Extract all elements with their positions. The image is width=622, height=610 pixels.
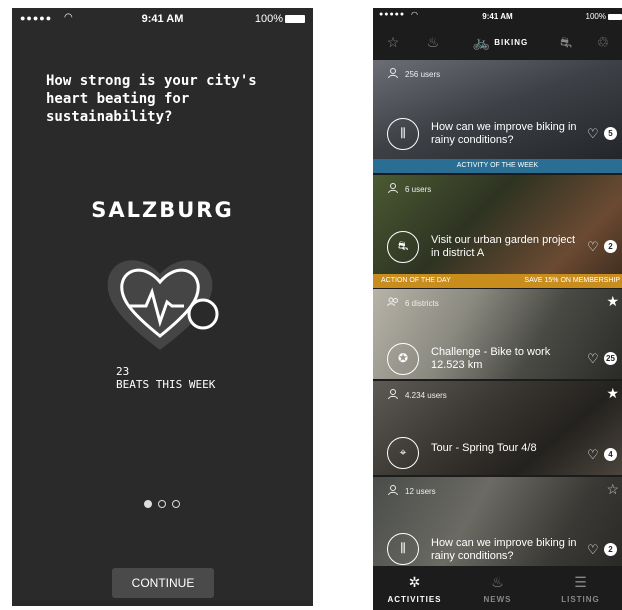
battery-status: 100% — [255, 13, 305, 25]
heart-pulse-icon — [107, 260, 219, 350]
battery-percent: 100% — [585, 12, 606, 21]
status-bar: ●●●●● ◠ 9:41 AM 100% — [373, 8, 622, 24]
card-title: Challenge - Bike to work 12.523 km — [431, 346, 551, 371]
user-icon — [388, 389, 398, 400]
tab-activities[interactable]: ✲ ACTIVITIES — [373, 566, 456, 610]
participant-count: 12 users — [405, 487, 436, 496]
strip-label: ACTIVITY OF THE WEEK — [456, 162, 539, 169]
heart-count: 25 — [604, 352, 617, 365]
tab-news[interactable]: ♨ NEWS — [456, 566, 539, 610]
page-dot[interactable] — [158, 500, 166, 508]
tab-listing[interactable]: ☰ LISTING — [539, 566, 622, 610]
activity-card[interactable]: 6 users ⛐ Visit our urban garden project… — [373, 175, 622, 288]
card-title: How can we improve biking in rainy condi… — [431, 121, 577, 146]
star-filled-icon[interactable]: ★ — [606, 293, 619, 310]
city-name: SALZBURG — [91, 198, 234, 222]
heart-icon: ♡ — [587, 126, 599, 141]
star-outline-icon[interactable]: ☆ — [606, 481, 619, 498]
heart-icon: ♡ — [587, 542, 599, 557]
handshake-icon: ♲ — [596, 34, 610, 50]
status-bar: ●●●●● ◠ 9:41 AM 100% — [12, 8, 313, 30]
page-indicator[interactable] — [142, 500, 192, 510]
activity-card[interactable]: 4.234 users ★ ⌖ Tour - Spring Tour 4/8 ♡… — [373, 381, 622, 475]
activities-icon: ✲ — [408, 574, 421, 590]
battery-status: 100% — [586, 12, 622, 21]
activity-card[interactable]: 12 users ☆ ⫼ How can we improve biking i… — [373, 477, 622, 566]
sliders-icon: ⫼ — [387, 533, 419, 565]
beats-label: BEATS THIS WEEK — [116, 378, 216, 391]
map-pin-icon: ⌖ — [387, 437, 419, 469]
activity-of-week-strip: ACTIVITY OF THE WEEK — [373, 159, 622, 173]
bottom-tab-bar: ✲ ACTIVITIES ♨ NEWS ☰ LISTING — [373, 566, 622, 610]
heart-count: 2 — [604, 543, 617, 556]
user-icon — [388, 68, 398, 79]
tab-label: NEWS — [483, 595, 512, 604]
tab-label: LISTING — [561, 595, 600, 604]
flame-icon: ♨ — [426, 34, 440, 50]
category-car[interactable]: ⛐ — [548, 24, 584, 60]
participant-count: 256 users — [405, 70, 441, 79]
heart-icon: ♡ — [587, 447, 599, 462]
heart-count: 5 — [604, 127, 617, 140]
heart-count-badge[interactable]: ♡ 4 — [587, 447, 617, 463]
category-label: BIKING — [494, 38, 529, 48]
participant-count: 4.234 users — [405, 391, 447, 400]
heart-count-badge[interactable]: ♡ 2 — [587, 239, 617, 255]
category-energy[interactable]: ♨ — [413, 24, 453, 60]
card-title: How can we improve biking in rainy condi… — [431, 537, 577, 562]
battery-percent: 100% — [254, 13, 283, 25]
listing-icon: ☰ — [574, 574, 587, 590]
card-title: Tour - Spring Tour 4/8 — [431, 442, 537, 454]
heart-icon: ♡ — [587, 239, 599, 254]
heart-count-badge[interactable]: ♡ 25 — [587, 351, 617, 367]
beats-count: 23 — [116, 365, 130, 378]
battery-icon — [608, 13, 622, 20]
activities-feed-screen: ●●●●● ◠ 9:41 AM 100% ☆ ♨ 🚲 BIKING ⛐ ♲ 256… — [373, 8, 622, 610]
membership-offer[interactable]: SAVE 15% ON MEMBERSHIP — [524, 274, 620, 288]
heart-icon: ♡ — [587, 351, 599, 366]
group-icon — [387, 297, 398, 307]
heart-count-badge[interactable]: ♡ 5 — [587, 126, 617, 142]
continue-button[interactable]: CONTINUE — [112, 568, 214, 598]
car-icon: ⛐ — [559, 34, 573, 50]
user-icon — [388, 183, 398, 194]
activity-card[interactable]: 6 districts ★ ✪ Challenge - Bike to work… — [373, 289, 622, 379]
activity-card[interactable]: 256 users ⫼ How can we improve biking in… — [373, 60, 622, 173]
card-title: Visit our urban garden project in distri… — [431, 234, 576, 259]
category-bar: ☆ ♨ 🚲 BIKING ⛐ ♲ — [373, 24, 622, 60]
participant-count: 6 users — [405, 185, 432, 194]
star-filled-icon[interactable]: ★ — [606, 385, 619, 402]
action-of-day-strip: ACTION OF THE DAY SAVE 15% ON MEMBERSHIP — [373, 274, 622, 288]
onboarding-screen: ●●●●● ◠ 9:41 AM 100% How strong is your … — [12, 8, 313, 606]
sliders-icon: ⫼ — [387, 118, 419, 150]
category-favorites[interactable]: ☆ — [373, 24, 413, 60]
category-community[interactable]: ♲ — [584, 24, 622, 60]
star-icon: ☆ — [386, 34, 400, 50]
car-icon: ⛐ — [387, 231, 419, 263]
heart-count: 2 — [604, 240, 617, 253]
battery-icon — [285, 15, 305, 24]
category-biking[interactable]: 🚲 BIKING — [453, 24, 548, 60]
bike-icon: 🚲 — [472, 34, 491, 50]
heart-count: 4 — [604, 448, 617, 461]
sustainability-question: How strong is your city's heart beating … — [46, 73, 257, 125]
heart-count-badge[interactable]: ♡ 2 — [587, 542, 617, 558]
medal-icon: ✪ — [387, 343, 419, 375]
user-icon — [388, 485, 398, 496]
strip-label: ACTION OF THE DAY — [381, 277, 451, 284]
page-dot-active[interactable] — [144, 500, 152, 508]
tab-label: ACTIVITIES — [387, 595, 442, 604]
page-dot[interactable] — [172, 500, 180, 508]
flame-icon: ♨ — [491, 574, 504, 590]
district-count: 6 districts — [405, 299, 439, 308]
